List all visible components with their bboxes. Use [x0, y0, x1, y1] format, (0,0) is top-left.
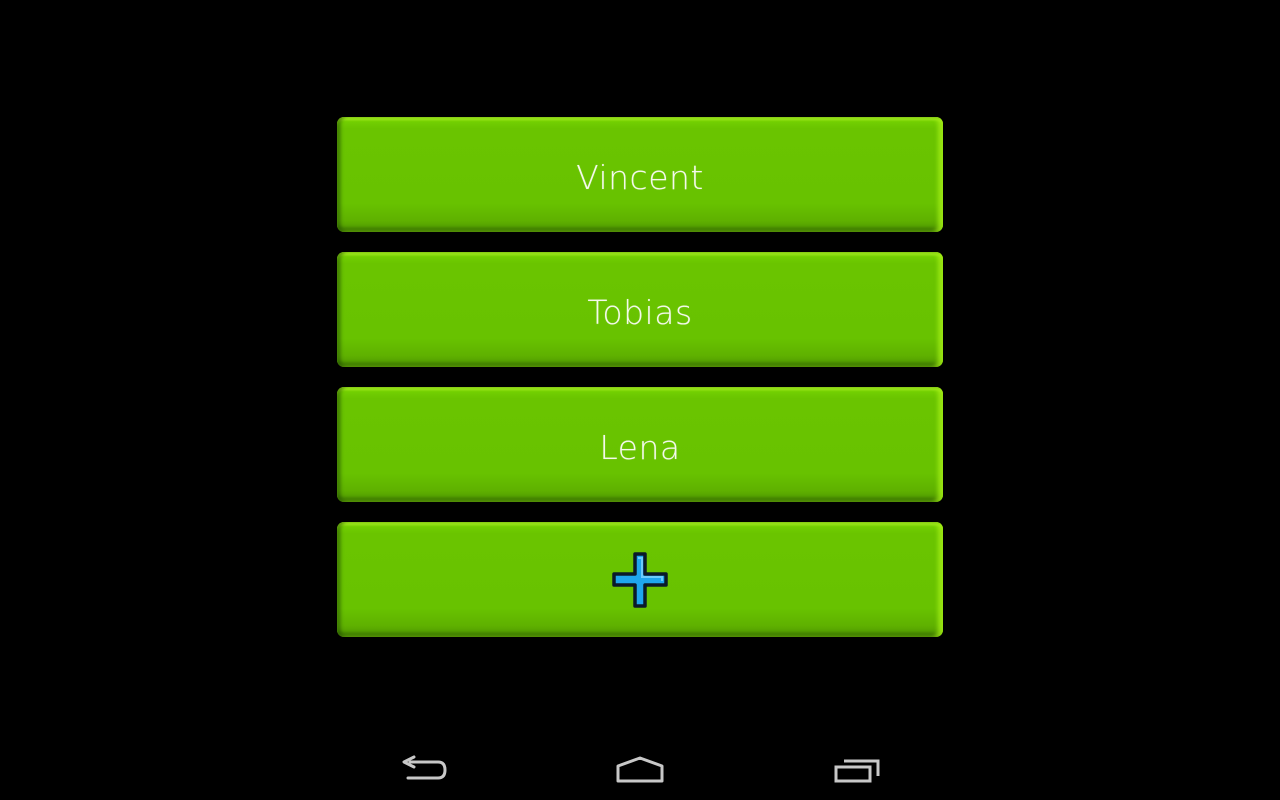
- add-profile-button[interactable]: [337, 522, 943, 637]
- back-icon: [402, 755, 447, 780]
- profile-name-label: Lena: [599, 428, 681, 467]
- recent-apps-icon: [834, 759, 880, 783]
- plus-icon: [612, 551, 668, 608]
- profile-button-tobias[interactable]: Tobias: [337, 252, 943, 367]
- navigation-bar: [0, 740, 1280, 800]
- profile-button-vincent[interactable]: Vincent: [337, 117, 943, 232]
- profile-list: Vincent Tobias Lena: [337, 117, 943, 637]
- profile-button-lena[interactable]: Lena: [337, 387, 943, 502]
- home-icon: [616, 756, 664, 783]
- home-button[interactable]: [595, 740, 685, 800]
- profile-name-label: Vincent: [576, 158, 704, 197]
- profile-name-label: Tobias: [587, 293, 693, 332]
- back-button[interactable]: [379, 740, 469, 800]
- recent-apps-button[interactable]: [812, 740, 902, 800]
- screen: Vincent Tobias Lena: [0, 0, 1280, 800]
